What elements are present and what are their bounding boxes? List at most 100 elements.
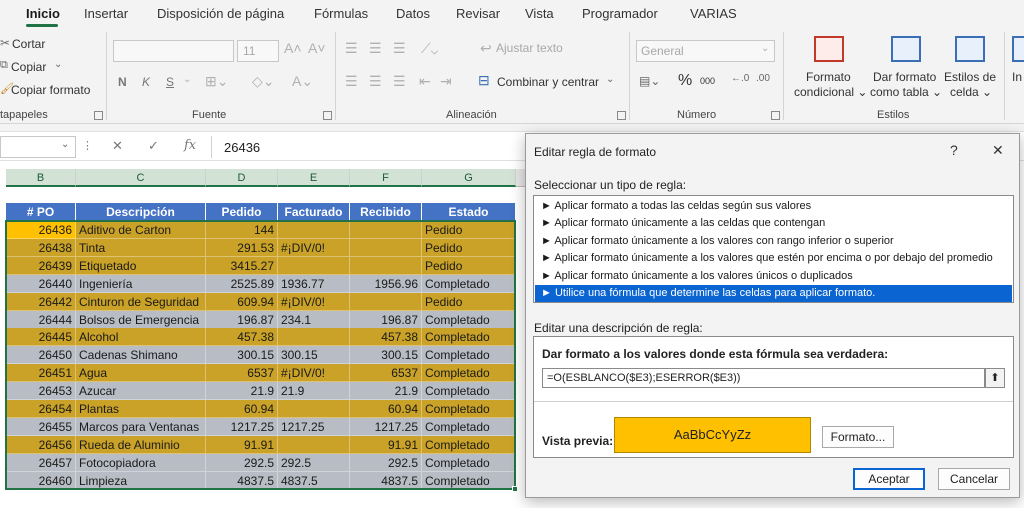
cell-pedido[interactable]: 6537: [206, 364, 278, 383]
cell-desc[interactable]: Alcohol: [76, 328, 206, 347]
cell-po[interactable]: 26444: [6, 310, 76, 329]
cell-estado[interactable]: Completado: [422, 310, 516, 329]
column-header-b[interactable]: B: [6, 169, 76, 187]
cell-estado[interactable]: Completado: [422, 417, 516, 436]
cell-pedido[interactable]: 21.9: [206, 382, 278, 401]
cell-estado[interactable]: Completado: [422, 435, 516, 454]
cell-recibido[interactable]: 1217.25: [350, 417, 422, 436]
bold-button[interactable]: N: [118, 75, 127, 89]
font-family-combo[interactable]: [113, 40, 234, 62]
clipboard-launcher-icon[interactable]: [94, 111, 103, 120]
tab-vista[interactable]: Vista: [525, 6, 554, 21]
cell-estado[interactable]: Pedido: [422, 221, 516, 239]
cancel-button[interactable]: Cancelar: [938, 468, 1010, 490]
cell-po[interactable]: 26439: [6, 256, 76, 275]
tab-datos[interactable]: Datos: [396, 6, 430, 21]
cell-estado[interactable]: Completado: [422, 400, 516, 418]
increase-indent-icon[interactable]: ⇥: [440, 73, 452, 90]
cell-recibido[interactable]: 1956.96: [350, 274, 422, 293]
cell-facturado[interactable]: 300.15: [278, 346, 350, 365]
cell-estado[interactable]: Completado: [422, 453, 516, 472]
column-header-f[interactable]: F: [350, 169, 422, 187]
format-as-table-label-1[interactable]: Dar formato: [873, 70, 936, 84]
font-size-combo[interactable]: 11: [237, 40, 279, 62]
cell-desc[interactable]: Azucar: [76, 382, 206, 401]
cell-pedido[interactable]: 196.87: [206, 310, 278, 329]
insert-function-button[interactable]: fx: [184, 138, 196, 153]
cell-facturado[interactable]: 1936.77: [278, 274, 350, 293]
font-launcher-icon[interactable]: [323, 111, 332, 120]
cell-pedido[interactable]: 91.91: [206, 435, 278, 454]
cell-recibido[interactable]: 196.87: [350, 310, 422, 329]
underline-button[interactable]: S: [166, 75, 174, 89]
align-center-icon[interactable]: ☰: [369, 73, 382, 90]
cell-recibido[interactable]: 4837.5: [350, 471, 422, 490]
cell-estado[interactable]: Pedido: [422, 238, 516, 257]
rule-type-item[interactable]: ► Aplicar formato únicamente a los valor…: [535, 233, 1012, 250]
cell-facturado[interactable]: [278, 256, 350, 275]
cell-po[interactable]: 26451: [6, 364, 76, 383]
cell-facturado[interactable]: [278, 400, 350, 418]
cell-desc[interactable]: Etiquetado: [76, 256, 206, 275]
cell-estado[interactable]: Completado: [422, 382, 516, 401]
cell-desc[interactable]: Rueda de Aluminio: [76, 435, 206, 454]
align-left-icon[interactable]: ☰: [345, 73, 358, 90]
cell-po[interactable]: 26460: [6, 471, 76, 490]
header-descripcion[interactable]: Descripción: [76, 203, 206, 221]
cell-facturado[interactable]: [278, 328, 350, 347]
rule-type-item[interactable]: ► Aplicar formato únicamente a las celda…: [535, 215, 1012, 232]
orientation-icon[interactable]: ⟋⌄: [421, 40, 438, 57]
cell-recibido[interactable]: [350, 256, 422, 275]
cell-po[interactable]: 26440: [6, 274, 76, 293]
cell-estado[interactable]: Completado: [422, 471, 516, 490]
rule-type-item[interactable]: ► Aplicar formato únicamente a los valor…: [535, 268, 1012, 285]
conditional-format-label-1[interactable]: Formato: [806, 70, 851, 84]
format-button[interactable]: Formato...: [822, 426, 894, 448]
cell-desc[interactable]: Ingeniería: [76, 274, 206, 293]
chevron-down-icon[interactable]: ⌄: [606, 74, 614, 85]
cell-facturado[interactable]: 292.5: [278, 453, 350, 472]
cell-pedido[interactable]: 3415.27: [206, 256, 278, 275]
rule-type-item-selected[interactable]: ► Utilice una fórmula que determine las …: [535, 285, 1012, 302]
cell-desc[interactable]: Aditivo de Carton: [76, 221, 206, 239]
cell-po[interactable]: 26438: [6, 238, 76, 257]
tab-formulas[interactable]: Fórmulas: [314, 6, 368, 21]
header-po[interactable]: # PO: [6, 203, 76, 221]
cell-facturado[interactable]: [278, 435, 350, 454]
cell-pedido[interactable]: 292.5: [206, 453, 278, 472]
insert-button-partial[interactable]: In: [1012, 70, 1022, 84]
align-top-icon[interactable]: ☰: [345, 40, 358, 57]
cell-facturado[interactable]: [278, 221, 350, 239]
cell-recibido[interactable]: 91.91: [350, 435, 422, 454]
cell-po[interactable]: 26456: [6, 435, 76, 454]
column-header-c[interactable]: C: [76, 169, 206, 187]
cell-po[interactable]: 26457: [6, 453, 76, 472]
cell-pedido[interactable]: 457.38: [206, 328, 278, 347]
cell-estado[interactable]: Completado: [422, 328, 516, 347]
cell-po[interactable]: 26455: [6, 417, 76, 436]
font-color-icon[interactable]: A⌄: [292, 73, 313, 90]
borders-icon[interactable]: ⊞⌄: [205, 73, 228, 90]
cell-styles-label-2[interactable]: celda ⌄: [950, 85, 992, 99]
confirm-edit-icon[interactable]: ✓: [148, 138, 159, 154]
cell-po[interactable]: 26445: [6, 328, 76, 347]
tab-varias[interactable]: VARIAS: [690, 6, 737, 21]
cell-pedido[interactable]: 60.94: [206, 400, 278, 418]
percent-button[interactable]: %: [678, 72, 692, 90]
chevron-down-icon[interactable]: ⌄: [183, 74, 191, 85]
cell-estado[interactable]: Completado: [422, 364, 516, 383]
cell-desc[interactable]: Agua: [76, 364, 206, 383]
number-format-combo[interactable]: General ⌄: [636, 40, 775, 62]
cell-facturado[interactable]: 1217.25: [278, 417, 350, 436]
cell-desc[interactable]: Plantas: [76, 400, 206, 418]
cell-recibido[interactable]: [350, 238, 422, 257]
cell-pedido[interactable]: 4837.5: [206, 471, 278, 490]
wrap-text-icon[interactable]: ↩: [480, 40, 492, 57]
header-facturado[interactable]: Facturado: [278, 203, 350, 221]
ok-button[interactable]: Aceptar: [853, 468, 925, 490]
cell-po[interactable]: 26454: [6, 400, 76, 418]
tab-insertar[interactable]: Insertar: [84, 6, 128, 21]
close-icon[interactable]: ✕: [992, 142, 1004, 159]
cell-recibido[interactable]: [350, 292, 422, 311]
wrap-text-button[interactable]: Ajustar texto: [496, 41, 563, 55]
